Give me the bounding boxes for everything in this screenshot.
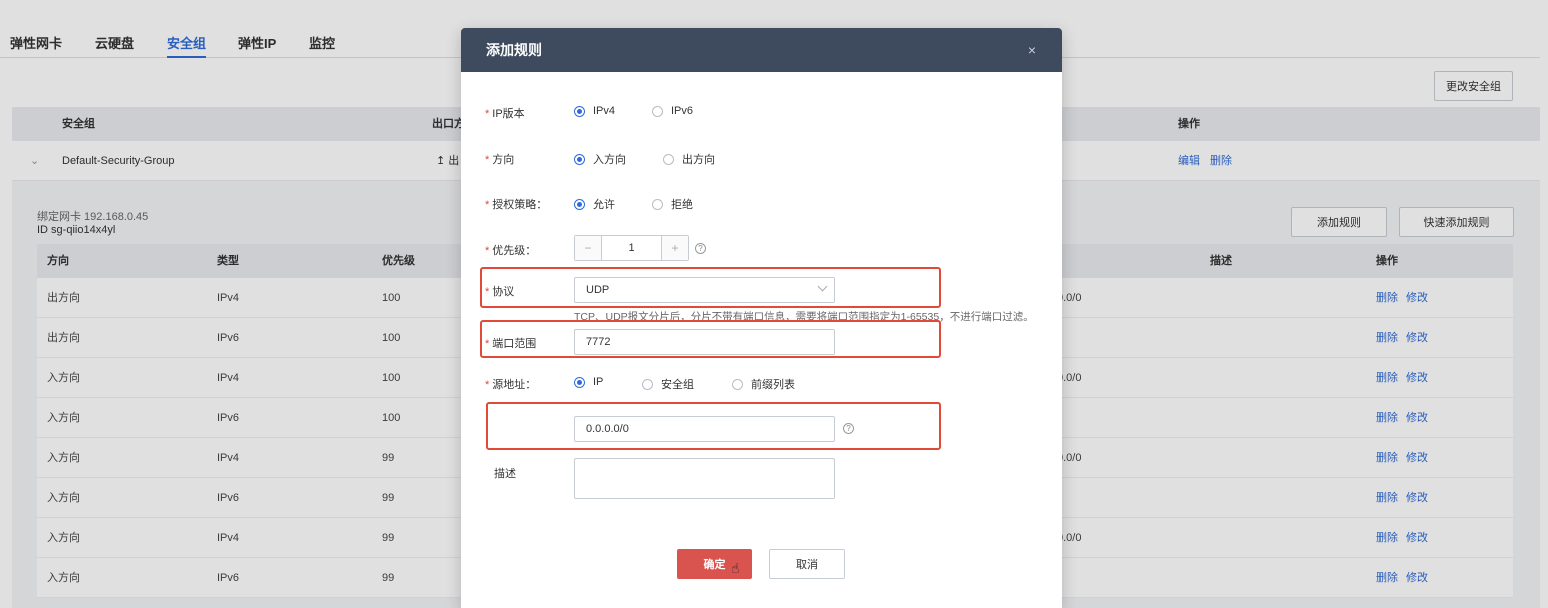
radio-checked-icon bbox=[574, 198, 585, 210]
ipv4-radio[interactable]: IPv4 bbox=[574, 105, 615, 117]
highlight-box-port bbox=[480, 320, 941, 358]
source-ip-radio[interactable]: IP bbox=[574, 376, 603, 388]
radio-unchecked-icon bbox=[652, 105, 663, 117]
source-label: * 源地址： bbox=[485, 379, 537, 391]
increment-button[interactable]: + bbox=[662, 236, 688, 260]
help-icon[interactable]: ? bbox=[695, 243, 706, 254]
policy-label: * 授权策略： bbox=[485, 199, 548, 211]
ipv6-radio[interactable]: IPv6 bbox=[652, 105, 693, 117]
radio-unchecked-icon bbox=[652, 198, 663, 210]
outbound-radio[interactable]: 出方向 bbox=[663, 151, 715, 167]
confirm-button[interactable]: 确定 bbox=[677, 549, 752, 579]
decrement-button[interactable]: − bbox=[575, 236, 601, 260]
radio-checked-icon bbox=[574, 105, 585, 117]
radio-unchecked-icon bbox=[732, 378, 743, 390]
radio-unchecked-icon bbox=[642, 378, 653, 390]
description-textarea[interactable] bbox=[574, 458, 835, 499]
deny-radio[interactable]: 拒绝 bbox=[652, 196, 693, 212]
priority-value[interactable]: 1 bbox=[601, 236, 662, 260]
modal-title: 添加规则 bbox=[486, 42, 542, 58]
source-prefix-radio[interactable]: 前缀列表 bbox=[732, 376, 795, 392]
radio-checked-icon bbox=[574, 153, 585, 165]
radio-unchecked-icon bbox=[663, 153, 674, 165]
hand-cursor-icon: ☝ bbox=[731, 560, 740, 576]
cancel-button[interactable]: 取消 bbox=[769, 549, 845, 579]
highlight-box-source bbox=[486, 402, 941, 450]
ip-version-label: * IP版本 bbox=[485, 108, 525, 120]
modal-header: 添加规则 × bbox=[461, 28, 1062, 72]
source-sg-radio[interactable]: 安全组 bbox=[642, 376, 694, 392]
priority-stepper[interactable]: − 1 + bbox=[574, 235, 689, 261]
add-rule-modal: 添加规则 × * IP版本 IPv4 IPv6 * 方向 入方向 出方向 * 授权策略… bbox=[461, 28, 1062, 608]
close-icon[interactable]: × bbox=[1028, 28, 1036, 72]
highlight-box-protocol bbox=[480, 267, 941, 308]
inbound-radio[interactable]: 入方向 bbox=[574, 151, 626, 167]
priority-label: * 优先级： bbox=[485, 245, 537, 257]
radio-checked-icon bbox=[574, 376, 585, 388]
desc-label: 描述 bbox=[494, 468, 516, 480]
allow-radio[interactable]: 允许 bbox=[574, 196, 615, 212]
direction-label: * 方向 bbox=[485, 154, 515, 166]
